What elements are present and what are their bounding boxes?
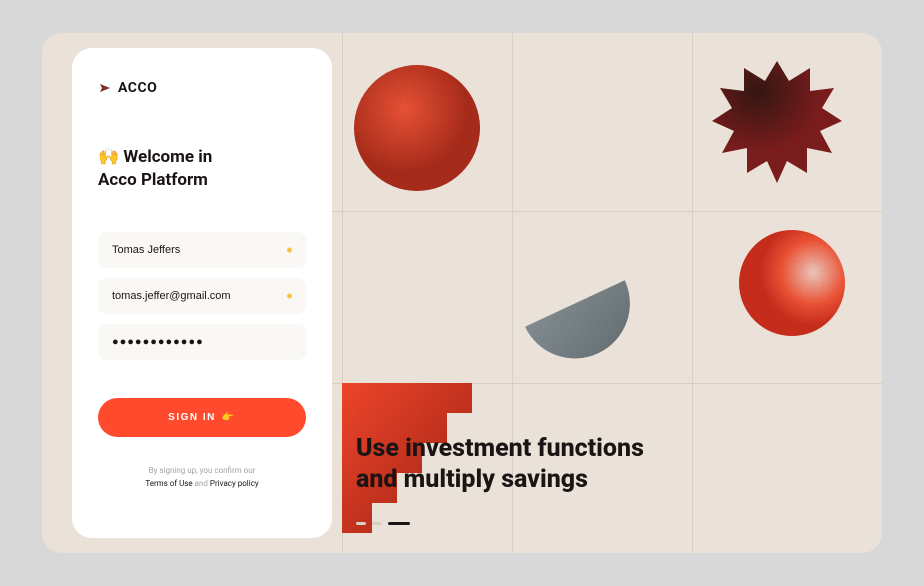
email-field[interactable]: [98, 278, 306, 314]
marketing-headline: Use investment functions and multiply sa…: [356, 433, 644, 496]
logo-text: ACCO: [118, 80, 157, 96]
email-field-wrapper: [98, 278, 306, 314]
slide-indicator-1[interactable]: [356, 522, 366, 525]
terms-link[interactable]: Terms of Use: [145, 479, 192, 488]
decorative-circle-icon: [737, 228, 847, 338]
signin-button[interactable]: SIGN IN 👉: [98, 398, 306, 437]
name-field[interactable]: [98, 232, 306, 268]
login-card: ACCO 🙌 Welcome in Acco Platform SIGN IN …: [72, 48, 332, 538]
disclaimer-text: By signing up, you confirm our Terms of …: [98, 465, 306, 491]
welcome-title: 🙌 Welcome in Acco Platform: [98, 146, 306, 192]
name-field-wrapper: [98, 232, 306, 268]
password-field[interactable]: [98, 324, 306, 360]
password-field-wrapper: [98, 324, 306, 360]
privacy-link[interactable]: Privacy policy: [210, 479, 259, 488]
logo: ACCO: [98, 80, 306, 96]
slide-indicator-2[interactable]: [372, 522, 382, 525]
marketing-panel: Use investment functions and multiply sa…: [332, 33, 882, 553]
decorative-circle-icon: [352, 63, 482, 193]
decorative-burst-icon: [702, 53, 852, 203]
pointing-hand-icon: 👉: [222, 412, 236, 423]
app-container: ACCO 🙌 Welcome in Acco Platform SIGN IN …: [42, 33, 882, 553]
status-dot-icon: [287, 293, 292, 298]
decorative-halfcircle-icon: [512, 243, 642, 373]
logo-icon: [98, 81, 112, 95]
status-dot-icon: [287, 247, 292, 252]
slide-indicator-3[interactable]: [388, 522, 410, 525]
slide-indicators: [356, 522, 410, 525]
